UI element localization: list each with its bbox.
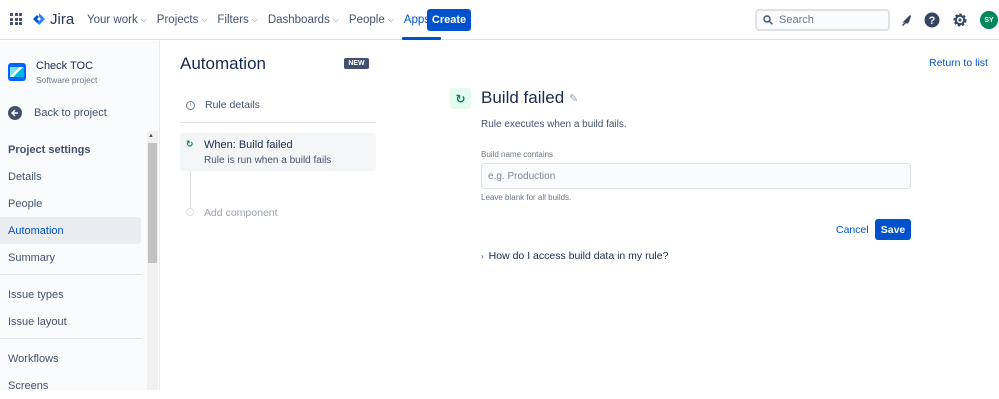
faq-label: How do I access build data in my rule? (488, 250, 669, 262)
nav-label: Dashboards (267, 14, 330, 26)
sync-icon: ↻ (186, 139, 194, 149)
chevron-down-icon: ⌵ (140, 15, 147, 24)
nav-label: Projects (156, 14, 199, 26)
project-name: Check TOC (36, 60, 94, 72)
nav-people[interactable]: People ⌵ (344, 0, 399, 40)
project-sidebar: Check TOC Software project Back to proje… (0, 41, 160, 392)
page-title: Automation (180, 54, 266, 73)
build-data-faq-toggle[interactable]: › How do I access build data in my rule? (481, 250, 668, 262)
sidebar-item-details[interactable]: Details (0, 163, 141, 190)
return-to-list-link[interactable]: Return to list (929, 57, 988, 69)
add-component-link[interactable]: Add component (204, 207, 278, 219)
scrollbar-thumb[interactable] (148, 143, 157, 263)
search-placeholder: Search (779, 14, 814, 26)
chevron-right-icon: › (481, 251, 484, 261)
sidebar-divider (0, 338, 141, 339)
rule-details-label: Rule details (205, 99, 260, 111)
app-switcher-icon[interactable] (10, 13, 22, 25)
jira-logo[interactable]: Jira (32, 11, 74, 28)
trigger-panel-description: Rule executes when a build fails. (481, 119, 627, 130)
cancel-button[interactable]: Cancel (836, 224, 869, 236)
build-sync-icon: ↻ (450, 88, 471, 109)
new-badge: NEW (344, 58, 369, 69)
search-icon (763, 15, 773, 25)
chevron-down-icon: ⌵ (387, 15, 394, 24)
trigger-panel-title: Build failed ✎ (481, 88, 578, 108)
project-avatar-icon (8, 63, 26, 81)
nav-label: Filters (217, 14, 249, 26)
user-avatar[interactable]: SY (980, 11, 998, 29)
create-button[interactable]: Create (427, 9, 471, 31)
sidebar-item-summary[interactable]: Summary (0, 244, 141, 271)
rule-details-item[interactable]: i Rule details (186, 99, 260, 111)
add-component-dot-icon (186, 208, 194, 216)
notifications-icon[interactable] (897, 11, 915, 29)
nav-label: People (348, 14, 385, 26)
sidebar-divider (0, 274, 141, 275)
search-input[interactable]: Search (755, 9, 890, 31)
nav-dashboards[interactable]: Dashboards ⌵ (263, 0, 344, 40)
build-name-label: Build name contains (481, 150, 554, 159)
jira-icon (33, 12, 45, 25)
svg-text:?: ? (929, 15, 936, 27)
rule-divider (180, 122, 376, 123)
trigger-panel-title-text: Build failed (481, 88, 565, 107)
chevron-down-icon: ⌵ (251, 15, 258, 24)
sidebar-item-automation[interactable]: Automation (0, 217, 141, 244)
app-name: Jira (50, 11, 75, 28)
settings-gear-icon[interactable] (951, 11, 969, 29)
project-type: Software project (36, 75, 98, 85)
sidebar-item-workflows[interactable]: Workflows (0, 345, 141, 372)
help-icon[interactable]: ? (923, 11, 941, 29)
nav-label: Your work (87, 14, 138, 26)
top-navigation: Jira Your work ⌵ Projects ⌵ Filters ⌵ Dashb… (0, 0, 999, 40)
nav-filters[interactable]: Filters ⌵ (212, 0, 262, 40)
chevron-down-icon: ⌵ (201, 15, 208, 24)
build-name-help-text: Leave blank for all builds. (481, 193, 572, 202)
back-to-project-link[interactable]: Back to project (8, 106, 107, 120)
arrow-left-icon (8, 106, 22, 120)
trigger-component-card[interactable]: ↻ When: Build failed Rule is run when a … (180, 133, 376, 171)
trigger-subtitle: Rule is run when a build fails (204, 155, 332, 166)
back-label: Back to project (34, 107, 107, 119)
save-button[interactable]: Save (875, 219, 911, 240)
build-name-input[interactable] (481, 163, 911, 189)
sidebar-item-issue-layout[interactable]: Issue layout (0, 308, 141, 335)
edit-pencil-icon[interactable]: ✎ (569, 92, 578, 105)
info-icon: i (186, 100, 195, 110)
scroll-up-arrow-icon[interactable]: ▲ (148, 133, 154, 139)
primary-nav: Your work ⌵ Projects ⌵ Filters ⌵ Dashboards… (82, 0, 444, 40)
sidebar-item-screens[interactable]: Screens (0, 372, 141, 399)
sidebar-heading-project-settings: Project settings (8, 143, 91, 156)
chevron-down-icon: ⌵ (332, 15, 339, 24)
project-header[interactable]: Check TOC Software project (8, 60, 97, 85)
nav-projects[interactable]: Projects ⌵ (152, 0, 213, 40)
trigger-title: When: Build failed (204, 139, 293, 151)
nav-your-work[interactable]: Your work ⌵ (82, 0, 152, 40)
sidebar-item-issue-types[interactable]: Issue types (0, 281, 141, 308)
component-connector-line (190, 171, 191, 208)
sidebar-item-people[interactable]: People (0, 190, 141, 217)
